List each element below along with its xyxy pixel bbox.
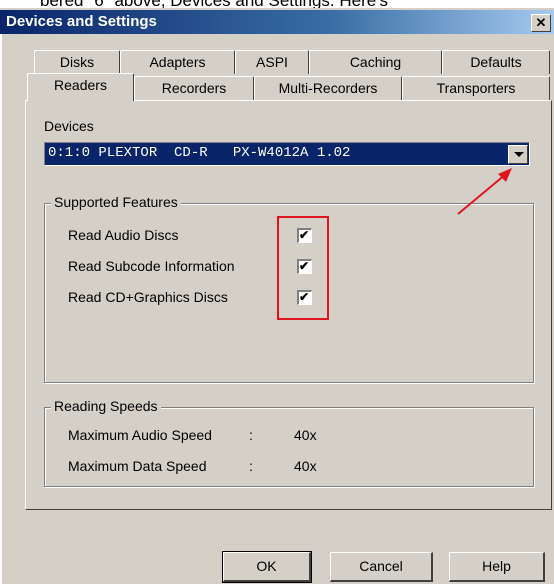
cancel-button[interactable]: Cancel [330, 552, 433, 582]
title-bar: Devices and Settings ✕ [0, 10, 554, 34]
feature-label-read-subcode: Read Subcode Information [68, 258, 235, 274]
feature-label-read-audio: Read Audio Discs [68, 227, 179, 243]
tab-transporters[interactable]: Transporters [402, 76, 550, 100]
ok-button[interactable]: OK [222, 551, 312, 583]
annotation-red-box [277, 216, 329, 320]
tab-adapters[interactable]: Adapters [120, 50, 235, 74]
max-audio-speed-label: Maximum Audio Speed [68, 427, 212, 443]
max-audio-speed-value: 40x [294, 427, 317, 443]
background-caption-strip: bered "6" above, Devices and Settings. H… [0, 0, 554, 8]
feature-label-read-cd-graphics: Read CD+Graphics Discs [68, 289, 228, 305]
max-data-speed-label: Maximum Data Speed [68, 458, 207, 474]
help-button[interactable]: Help [449, 552, 545, 582]
annotation-arrow-icon [457, 168, 512, 215]
window-title: Devices and Settings [6, 13, 157, 30]
max-data-speed-sep: : [249, 458, 253, 474]
devices-selected-value: 0:1:0 PLEXTOR CD-R PX-W4012A 1.02 [48, 145, 351, 161]
reading-speeds-group [44, 407, 534, 487]
devices-label: Devices [44, 118, 94, 134]
tab-readers[interactable]: Readers [27, 73, 134, 101]
tab-multi-recorders[interactable]: Multi-Recorders [254, 76, 402, 100]
tab-caching[interactable]: Caching [309, 50, 442, 74]
window-left-edge [0, 34, 2, 584]
tab-aspi[interactable]: ASPI [235, 50, 309, 74]
chevron-down-icon [514, 152, 524, 157]
reading-speeds-title: Reading Speeds [51, 398, 161, 414]
max-data-speed-value: 40x [294, 458, 317, 474]
background-caption: bered "6" above, Devices and Settings. H… [40, 0, 388, 8]
tab-recorders[interactable]: Recorders [134, 76, 254, 100]
tab-disks[interactable]: Disks [34, 50, 120, 74]
supported-features-title: Supported Features [51, 194, 181, 210]
max-audio-speed-sep: : [249, 427, 253, 443]
close-button[interactable]: ✕ [531, 14, 551, 32]
tab-defaults[interactable]: Defaults [442, 50, 550, 74]
